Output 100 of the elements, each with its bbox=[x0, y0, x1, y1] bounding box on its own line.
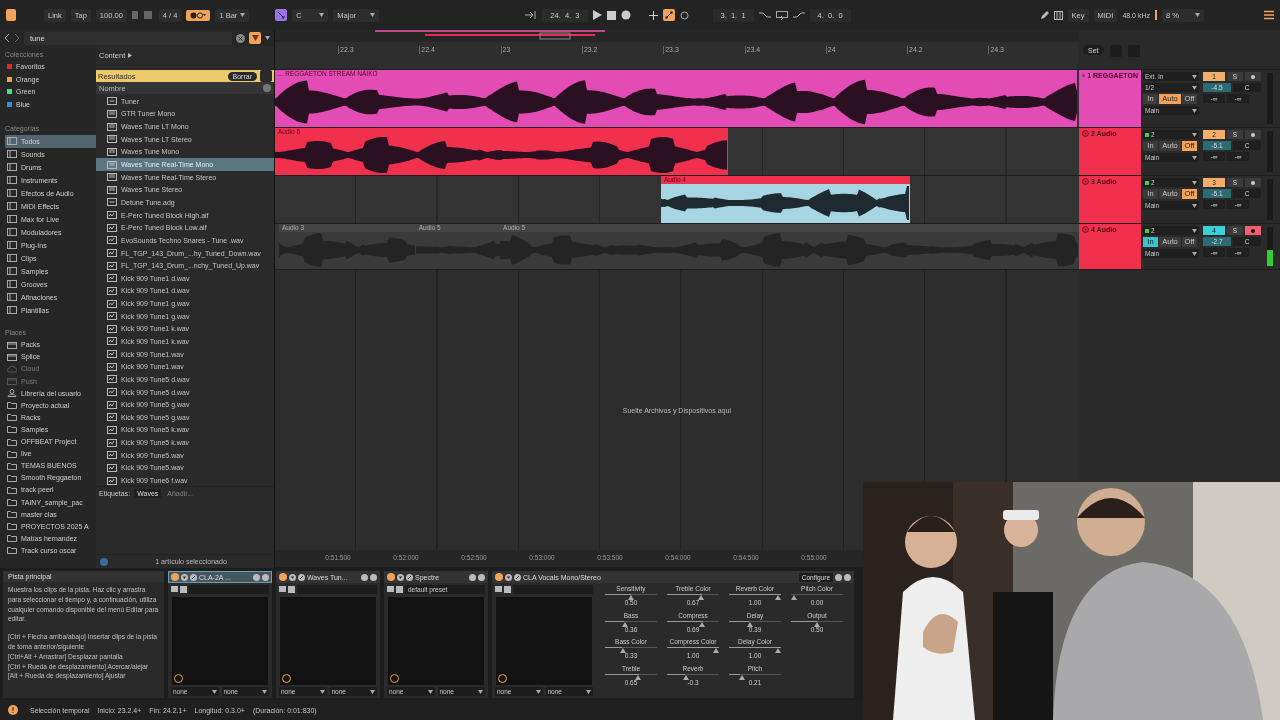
filter-icon[interactable] bbox=[249, 32, 261, 44]
power-icon[interactable] bbox=[495, 573, 503, 581]
slider-thumb-icon[interactable] bbox=[775, 595, 781, 600]
settings-icon[interactable] bbox=[253, 573, 260, 581]
caret-icon bbox=[1192, 251, 1197, 256]
category-icon bbox=[7, 215, 17, 224]
box-icon bbox=[7, 352, 17, 361]
app-menu-icon[interactable] bbox=[6, 9, 16, 21]
param-slider[interactable] bbox=[605, 620, 657, 626]
param-slider[interactable] bbox=[605, 647, 657, 652]
fold-icon[interactable] bbox=[289, 573, 296, 581]
audio-file-icon bbox=[107, 223, 117, 232]
power-icon[interactable] bbox=[279, 573, 287, 581]
fold-icon bbox=[1082, 178, 1089, 185]
loop-switch-icon[interactable] bbox=[775, 10, 788, 20]
category-icon bbox=[7, 306, 17, 315]
arm-button[interactable] bbox=[1245, 178, 1261, 187]
play-icon[interactable] bbox=[592, 10, 602, 20]
stop-icon[interactable] bbox=[606, 10, 616, 20]
save-icon[interactable] bbox=[288, 585, 295, 593]
slider-thumb-icon[interactable] bbox=[697, 595, 704, 600]
param-slider[interactable] bbox=[791, 620, 843, 626]
more-icon[interactable] bbox=[478, 573, 485, 581]
save-icon[interactable] bbox=[180, 585, 187, 593]
power-icon[interactable] bbox=[387, 573, 395, 581]
param-slider[interactable] bbox=[729, 673, 781, 679]
settings-icon[interactable] bbox=[835, 573, 842, 581]
param-slider[interactable] bbox=[605, 594, 657, 599]
settings-icon[interactable] bbox=[469, 573, 476, 581]
slider-thumb-icon[interactable] bbox=[621, 621, 628, 627]
scale-icon[interactable] bbox=[275, 9, 288, 21]
param-slider[interactable] bbox=[667, 647, 719, 652]
punch-in-icon[interactable] bbox=[758, 11, 771, 19]
user-icon bbox=[7, 389, 17, 398]
fold-icon[interactable] bbox=[397, 573, 404, 581]
param-slider[interactable] bbox=[729, 594, 781, 599]
fold-icon[interactable] bbox=[181, 573, 188, 581]
param-slider[interactable] bbox=[667, 620, 719, 626]
param-slider[interactable] bbox=[791, 594, 843, 599]
slider-thumb-icon[interactable] bbox=[683, 674, 690, 680]
caret-icon bbox=[262, 689, 267, 694]
more-icon[interactable] bbox=[844, 573, 851, 581]
more-icon[interactable] bbox=[370, 573, 377, 581]
loop-icon[interactable] bbox=[679, 10, 689, 20]
metronome-button[interactable] bbox=[186, 9, 211, 21]
pencil-icon[interactable] bbox=[1039, 10, 1049, 20]
audio-file-icon bbox=[107, 261, 117, 270]
add-icon[interactable] bbox=[648, 10, 658, 20]
save-icon[interactable] bbox=[396, 585, 403, 593]
more-icon[interactable] bbox=[263, 84, 271, 92]
caret-icon bbox=[211, 689, 217, 694]
automation-icon[interactable] bbox=[662, 9, 675, 21]
plugin-icon bbox=[107, 122, 117, 131]
metronome-icon bbox=[190, 11, 207, 19]
slider-thumb-icon[interactable] bbox=[698, 621, 705, 627]
arm-button[interactable] bbox=[1245, 130, 1261, 139]
param-slider[interactable] bbox=[729, 647, 781, 652]
more-icon[interactable] bbox=[262, 573, 269, 581]
caret-icon bbox=[319, 689, 325, 694]
plugin-icon bbox=[107, 173, 117, 182]
preset-field[interactable] bbox=[189, 584, 269, 594]
audio-file-icon bbox=[107, 425, 117, 434]
wrench-icon[interactable] bbox=[514, 573, 521, 581]
category-icon bbox=[7, 189, 17, 198]
slider-thumb-icon[interactable] bbox=[620, 648, 627, 653]
param-slider[interactable] bbox=[605, 673, 657, 679]
caret-icon bbox=[370, 13, 376, 17]
wrench-icon[interactable] bbox=[406, 573, 413, 581]
arm-button[interactable] bbox=[1245, 226, 1261, 235]
nudge-icon[interactable] bbox=[131, 11, 154, 19]
slider-thumb-icon[interactable] bbox=[634, 674, 641, 680]
settings-icon[interactable] bbox=[361, 573, 368, 581]
power-icon[interactable] bbox=[171, 573, 179, 581]
slider-thumb-icon[interactable] bbox=[775, 648, 781, 653]
box-icon bbox=[7, 340, 17, 349]
slider-thumb-icon[interactable] bbox=[628, 595, 634, 600]
caret-icon bbox=[427, 689, 433, 694]
param-slider[interactable] bbox=[729, 620, 781, 626]
arm-button[interactable] bbox=[1245, 72, 1261, 81]
keyboard-icon[interactable] bbox=[1053, 10, 1063, 20]
menu-icon[interactable] bbox=[1264, 10, 1274, 20]
slider-thumb-icon[interactable] bbox=[738, 674, 745, 680]
wrench-icon[interactable] bbox=[190, 573, 197, 581]
record-icon[interactable] bbox=[620, 10, 631, 20]
audio-file-icon bbox=[107, 249, 117, 257]
follow-icon[interactable] bbox=[525, 11, 538, 19]
slider-thumb-icon[interactable] bbox=[814, 621, 820, 627]
clear-icon[interactable] bbox=[236, 33, 245, 43]
slider-thumb-icon[interactable] bbox=[791, 595, 797, 600]
audio-file-icon bbox=[107, 286, 117, 295]
punch-out-icon[interactable] bbox=[792, 11, 805, 19]
param-slider[interactable] bbox=[667, 673, 719, 679]
save-icon[interactable] bbox=[504, 585, 511, 593]
param-slider[interactable] bbox=[667, 594, 719, 599]
back-icon[interactable] bbox=[4, 34, 10, 42]
fold-icon[interactable] bbox=[505, 573, 512, 581]
slider-thumb-icon[interactable] bbox=[746, 621, 753, 627]
slider-thumb-icon[interactable] bbox=[713, 648, 719, 653]
add-icon[interactable] bbox=[260, 70, 272, 82]
wrench-icon[interactable] bbox=[298, 573, 305, 581]
